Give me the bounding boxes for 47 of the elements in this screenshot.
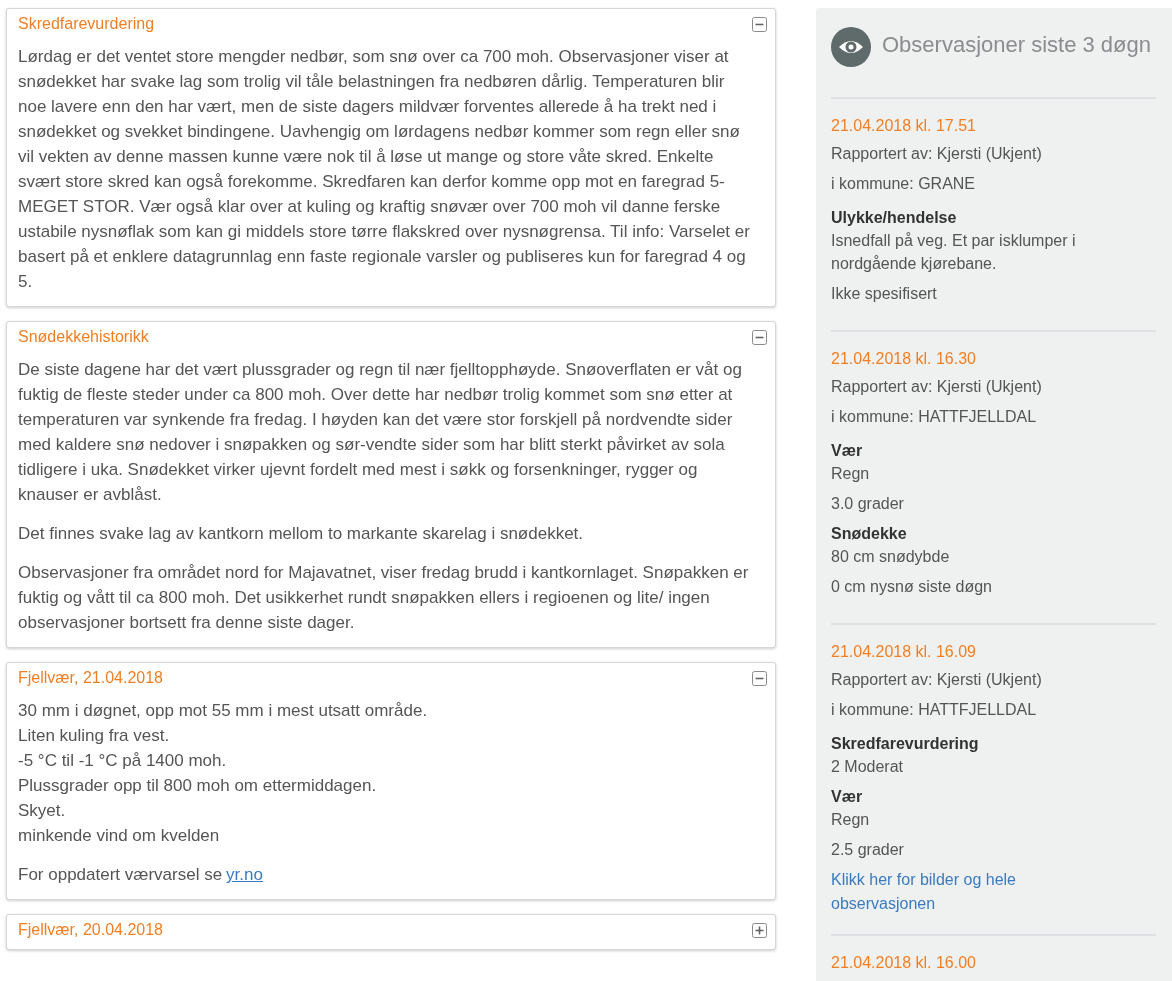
section-value: 3.0 grader — [831, 494, 905, 514]
body-text: minkende vind om kvelden — [18, 825, 221, 847]
card-title: Snødekkehistorikk — [18, 328, 149, 346]
observation-date: 21.04.2018 kl. 16.09 — [831, 642, 977, 662]
section-label: Snødekke — [831, 524, 908, 544]
body-text: Liten kuling fra vest. — [18, 725, 171, 747]
section-value: Isnedfall på veg. Et par isklumper i nordgående kjørebane. — [831, 231, 1077, 274]
section-label: Vær — [831, 441, 864, 461]
collapse-icon[interactable] — [752, 670, 767, 686]
body-text: For oppdatert værvarsel se — [18, 865, 223, 884]
section-value: 2.5 grader — [831, 840, 905, 860]
link[interactable]: yr.no — [226, 865, 263, 884]
section-label: Skredfarevurdering — [831, 734, 980, 754]
observation-link[interactable]: Klikk her for bilder og hele observasjonen — [831, 868, 1071, 916]
section-value: Regn — [831, 810, 871, 830]
observation-date: 21.04.2018 kl. 17.51 — [831, 116, 977, 136]
expand-icon[interactable] — [752, 922, 767, 938]
reporter-text: Rapportert av: Kjersti (Ukjent) — [831, 377, 1043, 397]
municipality-text: i kommune: GRANE — [831, 174, 977, 194]
section-value: 80 cm snødybde — [831, 547, 951, 567]
card-title: Skredfarevurdering — [18, 15, 155, 33]
card-title: Fjellvær, 21.04.2018 — [18, 669, 163, 687]
section-label: Vær — [831, 787, 864, 807]
body-text: Plussgrader opp til 800 moh om ettermiddagen. — [18, 775, 378, 797]
observation-date: 21.04.2018 kl. 16.30 — [831, 349, 977, 369]
body-text: De siste dagene har det vært plussgrader og regn til nær fjelltopphøyde. Snøoverflaten er våt og fuktig de fleste steder under ca 800 moh. Over dette har nedbør trolig kommet som snø etter at temperaturen var synkende fra fredag. I høyden kan det være stor forskjell på nordvendte sider med kaldere snø nedover i snøpakken og sør-vendte sider som har blitt sterkt påvirket av sola tidligere i uka. Snødekket virker ujevnt fordelt med mest i søkk og forsenkninger, rygger og knauser er avblåst. — [18, 359, 743, 506]
collapse-icon[interactable] — [752, 16, 767, 32]
section-label: Ulykke/hendelse — [831, 208, 958, 228]
reporter-text: Rapportert av: Kjersti (Ukjent) — [831, 144, 1043, 164]
eye-icon — [831, 27, 871, 67]
body-text: -5 °C til -1 °C på 1400 moh. — [18, 750, 228, 772]
body-text: Observasjoner fra området nord for Majavatnet, viser fredag brudd i kantkornlaget. Snøpakken er fuktig og vått til ca 800 moh. Det usikkerhet rundt snøpakken ellers i regioenen og lite/ ingen observasjoner bortsett fra denne siste dager. — [18, 563, 749, 632]
section-value: Regn — [831, 464, 871, 484]
collapse-icon[interactable] — [752, 329, 767, 345]
section-value: 2 Moderat — [831, 757, 905, 777]
body-text: 30 mm i døgnet, opp mot 55 mm i mest utsatt område. — [18, 700, 429, 722]
body-text: Skyet. — [18, 800, 67, 822]
body-text: Det finnes svake lag av kantkorn mellom to markante skarelag i snødekket. — [18, 523, 585, 545]
body-text: Lørdag er det ventet store mengder nedbør, som snø over ca 700 moh. Observasjoner viser at snødekket har svake lag som trolig vil tåle belastningen fra nedbøren dårlig. Temperaturen blir noe lavere enn den har vært, men de siste dagers mildvær forventes allerede å ha trekt ned i snødekket og svekket bindingene. Uavhengig om lørdagens nedbør kommer som regn eller snø vil vekten av denne massen kunne være nok til å løse ut mange og store våte skred. Enkelte svært store skred kan også forekomme. Skredfaren kan derfor komme opp mot en faregrad 5-MEGET STOR. Vær også klar over at kuling og kraftig snøvær over 700 moh vil danne ferske ustabile nysnøflak som kan gi middels store tørre flakskred over nysnøgrensa. Til info: Varselet er basert på et enklere datagrunnlag enn faste regionale varsler og publiseres kun for faregrad 4 og 5. — [18, 47, 750, 291]
section-value: 0 cm nysnø siste døgn — [831, 577, 993, 597]
municipality-text: i kommune: HATTFJELLDAL — [831, 700, 1038, 720]
panel-title: Observasjoner siste 3 døgn — [882, 32, 1152, 58]
reporter-text: Rapportert av: Kjersti (Ukjent) — [831, 670, 1043, 690]
card-title: Fjellvær, 20.04.2018 — [18, 921, 163, 939]
observation-date: 21.04.2018 kl. 16.00 — [831, 953, 977, 973]
section-value: Ikke spesifisert — [831, 284, 938, 304]
municipality-text: i kommune: HATTFJELLDAL — [831, 407, 1038, 427]
